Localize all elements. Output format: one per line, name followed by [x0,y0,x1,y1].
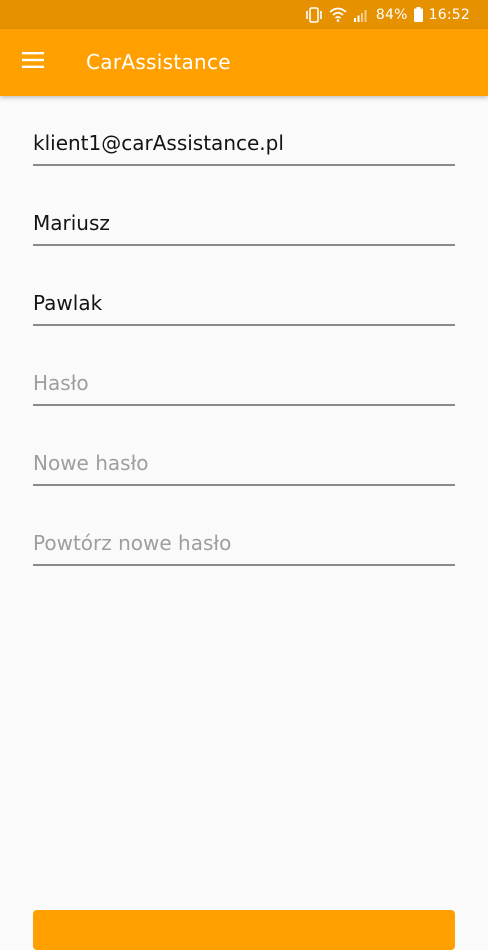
app-bar: CarAssistance [0,29,488,96]
battery-icon [413,7,423,22]
app-title: CarAssistance [86,50,231,74]
email-field[interactable] [33,126,455,166]
email-field-wrapper [33,126,455,168]
status-bar: 84% 16:52 [0,0,488,29]
repeat-new-password-field[interactable] [33,526,455,566]
battery-percent: 84% [375,6,408,23]
new-password-field[interactable] [33,446,455,486]
status-icons: 84% 16:52 [305,7,470,23]
first-name-field-wrapper [33,206,455,248]
clock: 16:52 [428,6,470,23]
wifi-icon [329,7,347,22]
menu-button[interactable] [10,39,56,85]
signal-icon [353,8,368,22]
vibrate-icon [305,6,323,23]
last-name-field[interactable] [33,286,455,326]
submit-button[interactable] [33,910,455,950]
new-password-field-wrapper [33,446,455,488]
hamburger-menu-icon [22,52,44,72]
password-field-wrapper [33,366,455,408]
last-name-field-wrapper [33,286,455,328]
first-name-field[interactable] [33,206,455,246]
password-field[interactable] [33,366,455,406]
repeat-new-password-field-wrapper [33,526,455,568]
